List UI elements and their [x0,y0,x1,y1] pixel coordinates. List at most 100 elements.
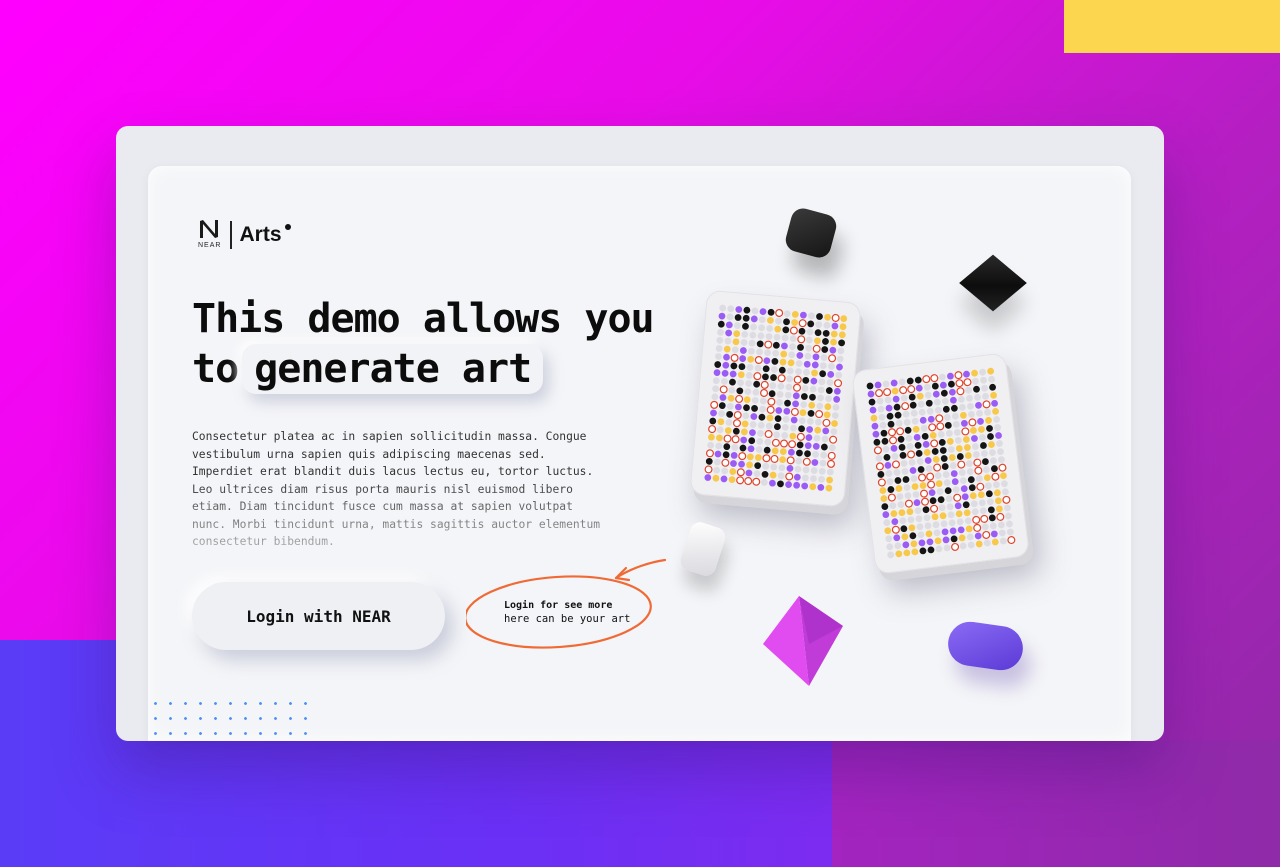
pixel-dot [746,461,754,469]
pixel-dot [952,486,960,494]
pixel-dot [944,421,952,429]
pixel-dot [723,353,730,361]
pixel-dot [831,412,839,419]
pixel-dot [733,411,742,420]
pixel-dot [715,344,723,352]
pixel-dot [718,410,725,418]
pixel-dot [782,326,790,334]
pixel-dot [831,322,839,330]
pixel-dot [922,375,931,384]
pixel-dot [983,474,991,482]
pixel-dot [977,491,985,499]
pixel-dot [823,321,831,329]
pixel-dot [809,393,816,401]
pixel-dot [808,401,816,409]
pixel-dot [799,409,807,417]
pixel-dot [737,371,745,379]
pixel-dot [959,477,967,485]
white-cube-shape [678,519,728,579]
pixel-dot [731,435,740,444]
pixel-dot [905,434,913,442]
pixel-dot [938,373,946,381]
pixel-dot [798,327,806,335]
pixel-dot [910,475,918,482]
pixel-dot [895,485,903,492]
pixel-dot [724,427,732,434]
pixel-dot [752,477,761,486]
background-purple-block [832,740,1280,867]
pixel-dot [971,508,979,516]
pixel-dot [986,498,994,506]
pixel-dot [765,333,773,340]
pixel-dot [746,453,754,461]
pixel-dot [971,369,978,377]
pixel-dot [806,426,814,433]
pixel-dot [827,451,836,460]
annotation-line1: Login for see more [504,600,613,611]
pixel-dot [928,423,937,432]
pixel-dot [786,456,795,465]
pixel-dot [804,352,812,360]
pixel-dot [780,350,788,358]
pixel-dot [767,397,776,406]
pixel-dot [718,402,726,409]
pixel-dot [950,470,958,478]
logo-product-name: Arts [240,223,291,247]
pixel-dot [806,418,814,425]
pixel-dot [926,472,935,481]
pixel-dot [777,472,785,480]
pixel-dot [705,457,713,465]
pixel-dot [965,386,972,394]
pixel-dot [927,480,936,489]
pixel-dot [781,334,789,342]
pixel-dot [934,537,942,545]
pixel-dot [963,370,970,378]
pixel-dot [939,512,947,520]
pixel-dot [802,376,810,384]
art-tile-left [689,289,862,508]
pixel-dot [762,454,771,463]
pixel-dot [918,539,926,547]
pixel-dot [831,420,838,427]
pixel-dot [974,393,981,401]
pixel-dot [965,525,973,533]
pixel-dot [984,482,992,490]
hero-description: Consectetur platea ac in sapien sollicit… [192,430,601,548]
pixel-dot [980,442,987,449]
logo[interactable]: NEAR Arts [198,218,291,252]
pixel-dot [822,329,830,337]
pixel-dot [818,475,825,483]
pixel-dot [750,323,757,331]
pixel-dot [756,437,764,445]
pixel-dot [822,427,830,435]
pixel-dot [998,529,1006,537]
pixel-dot [759,308,767,315]
pixel-dot [910,409,918,417]
pixel-dot [717,418,725,426]
pixel-dot [828,362,835,370]
pixel-dot [720,475,728,483]
pixel-dot [993,489,1001,497]
pixel-dot [838,339,846,347]
pixel-dot [960,411,967,419]
pixel-dot [995,432,1002,439]
pixel-dot [734,322,741,330]
pixel-dot [739,444,747,452]
pixel-dot [877,405,885,413]
pixel-dot [708,425,717,434]
pixel-dot [739,347,747,354]
pixel-dot [815,418,822,426]
pixel-dot [935,480,943,488]
pixel-dot [762,373,769,381]
pixel-dot [904,426,912,434]
pixel-dot [783,318,790,326]
pixel-dot [874,381,882,389]
pixel-dot [925,465,933,472]
pixel-dot [949,527,957,535]
pixel-dot [960,419,968,427]
login-with-near-button[interactable]: Login with NEAR [192,582,445,650]
pixel-dot [989,522,997,530]
pixel-dot [908,524,916,532]
pixel-dot [730,452,738,459]
pixel-dot [976,409,983,417]
